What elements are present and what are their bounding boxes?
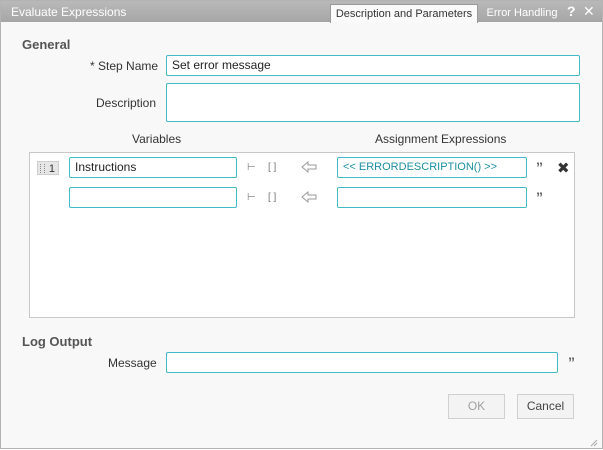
resize-grip-icon[interactable] (590, 436, 598, 447)
assignment-expressions-column-header: Assignment Expressions (375, 132, 507, 146)
titlebar: Evaluate Expressions Description and Par… (1, 1, 602, 23)
array-brackets-icon[interactable]: [ ] (268, 192, 276, 203)
variable-input[interactable] (69, 187, 237, 208)
window-title: Evaluate Expressions (11, 5, 127, 19)
quote-icon[interactable]: ” (536, 159, 543, 175)
tab-error-handling[interactable]: Error Handling (482, 4, 562, 22)
evaluate-expressions-dialog: Evaluate Expressions Description and Par… (0, 0, 603, 449)
expression-input[interactable]: << ERRORDESCRIPTION() >> (337, 157, 527, 178)
delete-row-icon[interactable]: ✖ (557, 159, 570, 177)
expression-value: << ERRORDESCRIPTION() >> (343, 161, 498, 173)
step-name-input[interactable]: Set error message (166, 55, 580, 76)
step-name-value: Set error message (172, 58, 271, 72)
variable-value: Instructions (75, 160, 137, 174)
description-label: Description (96, 96, 157, 110)
assignment-grid: 1 Instructions ⊢ [ ] << ERRORDESCRIPTION… (29, 152, 575, 318)
message-label: Message (108, 356, 157, 370)
expression-input[interactable] (337, 187, 527, 208)
quote-icon[interactable]: ” (536, 189, 543, 205)
row-number[interactable]: 1 (37, 161, 59, 175)
help-icon[interactable]: ? (567, 3, 576, 19)
tab-description-and-parameters[interactable]: Description and Parameters (330, 4, 478, 23)
close-icon[interactable]: ✕ (583, 3, 595, 20)
quote-icon[interactable]: ” (568, 354, 575, 370)
step-name-label: * Step Name (90, 59, 159, 73)
row-number-text: 1 (48, 163, 55, 175)
tree-picker-icon[interactable]: ⊢ (247, 162, 256, 173)
general-heading: General (22, 37, 71, 52)
variable-input[interactable]: Instructions (69, 157, 237, 178)
assign-arrow-icon (301, 191, 317, 203)
log-output-heading: Log Output (22, 334, 93, 349)
array-brackets-icon[interactable]: [ ] (268, 162, 276, 173)
ok-button[interactable]: OK (448, 394, 505, 419)
variables-column-header: Variables (132, 132, 182, 146)
drag-handle-icon[interactable] (40, 164, 45, 173)
description-input[interactable] (166, 83, 580, 122)
tree-picker-icon[interactable]: ⊢ (247, 192, 256, 203)
cancel-button[interactable]: Cancel (517, 394, 574, 419)
message-input[interactable] (166, 352, 558, 373)
assign-arrow-icon (301, 161, 317, 173)
